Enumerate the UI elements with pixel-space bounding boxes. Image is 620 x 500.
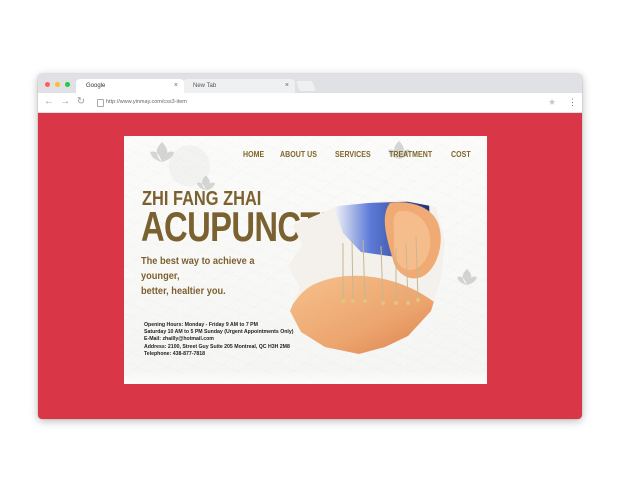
lotus-icon bbox=[146, 140, 178, 164]
close-window-icon[interactable] bbox=[45, 82, 50, 87]
contact-info: Opening Hours: Monday - Friday 9 AM to 7… bbox=[144, 322, 294, 358]
address-bar[interactable]: http://www.yinmay.com/css3-item bbox=[106, 97, 187, 107]
page-icon bbox=[97, 99, 104, 107]
lotus-icon bbox=[454, 267, 480, 287]
nav-home[interactable]: HOME bbox=[243, 150, 264, 159]
hero-tagline: The best way to achieve a younger, bette… bbox=[141, 255, 255, 297]
opening-hours-line: Opening Hours: Monday - Friday 9 AM to 7… bbox=[144, 322, 258, 328]
telephone-line[interactable]: Telephone: 438-877-7818 bbox=[144, 351, 294, 358]
email-line[interactable]: E-Mail: zhailly@hotmail.com bbox=[144, 336, 294, 343]
weekend-hours-line: Saturday 10 AM to 5 PM Sunday (Urgent Ap… bbox=[144, 329, 294, 336]
bookmark-star-icon[interactable]: ★ bbox=[548, 96, 556, 108]
browser-viewport: HOME ABOUT US SERVICES TREATMENT COST ZH… bbox=[38, 113, 582, 419]
nav-services[interactable]: SERVICES bbox=[335, 150, 371, 159]
nav-treatment[interactable]: TREATMENT bbox=[389, 150, 432, 159]
site-navigation: HOME ABOUT US SERVICES TREATMENT COST bbox=[243, 150, 473, 159]
website-preview: HOME ABOUT US SERVICES TREATMENT COST ZH… bbox=[124, 136, 487, 384]
refresh-icon[interactable]: ↻ bbox=[76, 95, 86, 109]
browser-toolbar: ← → ↻ http://www.yinmay.com/css3-item ★ … bbox=[38, 93, 582, 113]
tab-google[interactable]: Google × bbox=[76, 79, 184, 93]
acupuncture-photo bbox=[287, 200, 447, 354]
bottom-fade bbox=[124, 370, 487, 384]
maximize-window-icon[interactable] bbox=[65, 82, 70, 87]
address-line: Address: 2100, Street Guy Suite 205 Mont… bbox=[144, 343, 290, 350]
forward-icon[interactable]: → bbox=[60, 95, 70, 109]
nav-about-us[interactable]: ABOUT US bbox=[280, 150, 317, 159]
close-tab-icon[interactable]: × bbox=[174, 79, 178, 93]
tab-new-tab[interactable]: New Tab × bbox=[183, 79, 295, 93]
tab-label: New Tab bbox=[193, 83, 217, 89]
browser-menu-icon[interactable]: ⋮ bbox=[568, 96, 577, 108]
back-icon[interactable]: ← bbox=[44, 95, 54, 109]
new-tab-button[interactable] bbox=[296, 81, 316, 91]
browser-window: Google × New Tab × ← → ↻ http://www.yinm… bbox=[38, 74, 582, 419]
minimize-window-icon[interactable] bbox=[55, 82, 60, 87]
tab-strip: Google × New Tab × bbox=[38, 74, 582, 93]
tab-label: Google bbox=[86, 83, 106, 89]
nav-cost[interactable]: COST bbox=[451, 150, 471, 159]
close-tab-icon[interactable]: × bbox=[285, 79, 289, 93]
